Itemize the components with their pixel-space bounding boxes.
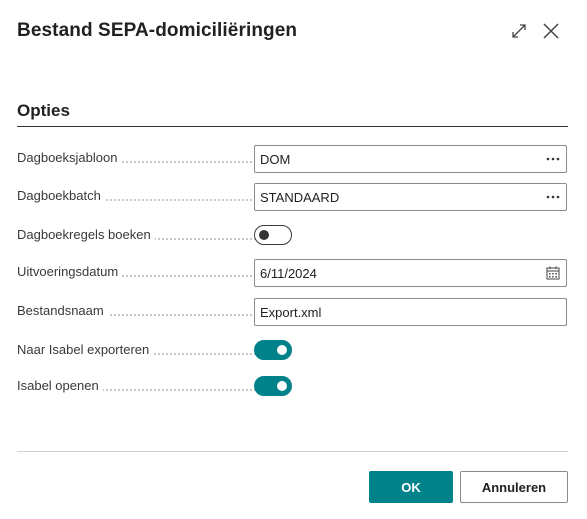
row-uitvoeringsdatum: Uitvoeringsdatum 6/11/2024	[17, 259, 568, 287]
date-picker-button[interactable]	[540, 260, 566, 286]
row-isabel-openen: Isabel openen	[17, 373, 568, 401]
bestandsnaam-field[interactable]: Export.xml	[254, 298, 567, 326]
naar-isabel-exporteren-label: Naar Isabel exporteren	[17, 342, 154, 357]
ellipsis-icon	[546, 157, 560, 161]
dagboekbatch-lookup-button[interactable]	[540, 184, 566, 210]
row-bestandsnaam: Bestandsnaam Export.xml	[17, 298, 568, 326]
dagboeksjabloon-value[interactable]: DOM	[255, 152, 540, 167]
dialog: Bestand SEPA-domiciliëringen Opties Dagb…	[0, 0, 587, 519]
calendar-icon	[546, 266, 560, 280]
dagboekregels-boeken-label: Dagboekregels boeken	[17, 227, 155, 242]
dagboeksjabloon-label: Dagboeksjabloon	[17, 150, 122, 165]
close-icon	[543, 23, 559, 39]
close-button[interactable]	[540, 20, 562, 42]
isabel-openen-toggle[interactable]	[254, 376, 292, 396]
uitvoeringsdatum-value[interactable]: 6/11/2024	[255, 266, 540, 281]
footer-divider	[17, 451, 568, 452]
naar-isabel-exporteren-toggle[interactable]	[254, 340, 292, 360]
section-divider	[17, 126, 568, 127]
expand-button[interactable]	[508, 20, 530, 42]
toggle-knob	[277, 345, 287, 355]
uitvoeringsdatum-label: Uitvoeringsdatum	[17, 264, 123, 279]
uitvoeringsdatum-field[interactable]: 6/11/2024	[254, 259, 567, 287]
row-dagboekbatch: Dagboekbatch STANDAARD	[17, 183, 568, 211]
dagboeksjabloon-field[interactable]: DOM	[254, 145, 567, 173]
dagboekbatch-label: Dagboekbatch	[17, 188, 105, 203]
row-dagboekregels-boeken: Dagboekregels boeken	[17, 222, 568, 250]
dialog-title: Bestand SEPA-domiciliëringen	[17, 20, 298, 41]
dagboekbatch-field[interactable]: STANDAARD	[254, 183, 567, 211]
isabel-openen-label: Isabel openen	[17, 378, 103, 393]
dagboekregels-boeken-toggle[interactable]	[254, 225, 292, 245]
section-title-opties: Opties	[17, 101, 70, 120]
ellipsis-icon	[546, 195, 560, 199]
ok-button[interactable]: OK	[369, 471, 453, 503]
row-naar-isabel-exporteren: Naar Isabel exporteren	[17, 337, 568, 365]
row-dagboeksjabloon: Dagboeksjabloon DOM	[17, 145, 568, 173]
toggle-knob	[259, 230, 269, 240]
expand-icon	[512, 24, 526, 38]
bestandsnaam-value[interactable]: Export.xml	[255, 305, 566, 320]
toggle-knob	[277, 381, 287, 391]
cancel-button[interactable]: Annuleren	[460, 471, 568, 503]
dagboeksjabloon-lookup-button[interactable]	[540, 146, 566, 172]
dagboekbatch-value[interactable]: STANDAARD	[255, 190, 540, 205]
bestandsnaam-label: Bestandsnaam	[17, 303, 108, 318]
